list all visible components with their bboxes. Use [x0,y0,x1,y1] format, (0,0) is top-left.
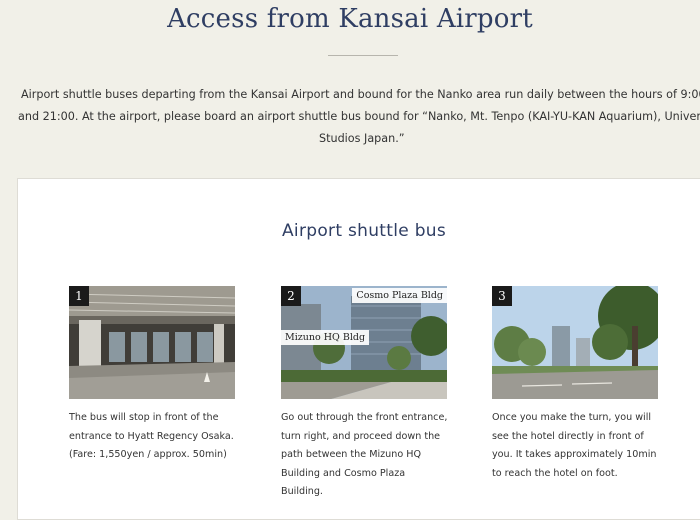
mizuno-hq-label: Mizuno HQ Bldg [281,330,370,345]
office-buildings-photo: 2 Cosmo Plaza Bldg Mizuno HQ Bldg [281,286,447,399]
step-2: 2 Cosmo Plaza Bldg Mizuno HQ Bldg Go out… [281,286,447,502]
page-title: Access from Kansai Airport [167,4,533,34]
step-number-badge: 1 [69,286,89,306]
cosmo-plaza-label: Cosmo Plaza Bldg [352,288,447,303]
step-1: 1 The bus will stop in front of the entr… [69,286,235,465]
step-3: 3 Once you make the turn, you will see t… [492,286,658,483]
intro-line: and 21:00. At the airport, please board … [18,110,700,123]
intro-line: Studios Japan.” [319,132,405,145]
step-number-badge: 3 [492,286,512,306]
shuttle-bus-card: Airport shuttle bus 1 The bus will stop … [17,178,700,520]
building-entrance-photo: 1 [69,286,235,399]
section-title: Airport shuttle bus [282,221,447,241]
intro-paragraph: Airport shuttle buses departing from the… [0,84,700,150]
street-trees-photo: 3 [492,286,658,399]
intro-line: Airport shuttle buses departing from the… [21,88,700,101]
title-divider [328,55,398,56]
step-number-badge: 2 [281,286,301,306]
step-description: The bus will stop in front of the entran… [69,412,234,460]
step-description: Go out through the front entrance, turn … [281,412,448,497]
step-description: Once you make the turn, you will see the… [492,412,657,479]
